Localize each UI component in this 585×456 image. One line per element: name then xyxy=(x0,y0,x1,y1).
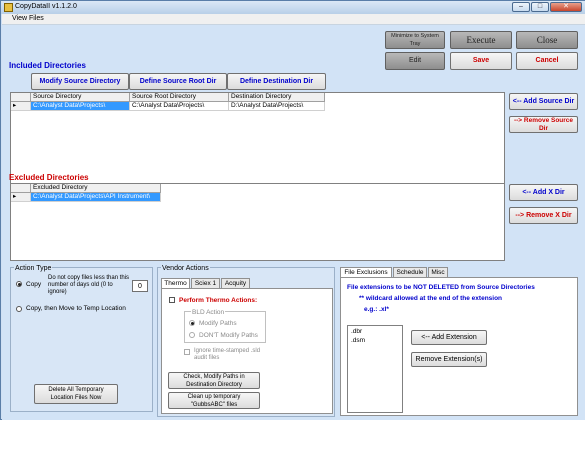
window-title: CopyDataII v1.1.2.0 xyxy=(15,3,77,10)
execute-button[interactable]: Execute xyxy=(450,31,512,49)
delete-temp-files-button[interactable]: Delete All Temporary Location Files Now xyxy=(34,384,118,404)
remove-extension-button[interactable]: Remove Extension(s) xyxy=(411,352,487,367)
close-window-button[interactable]: ✕ xyxy=(550,2,582,12)
modify-paths-radio[interactable] xyxy=(189,320,195,326)
remove-x-dir-button[interactable]: --> Remove X Dir xyxy=(509,207,578,224)
copy-move-radio[interactable] xyxy=(16,306,22,312)
perform-thermo-checkbox[interactable] xyxy=(169,297,175,303)
cleanup-temp-files-button[interactable]: Clean up temporary "GubbsABC" files xyxy=(168,392,260,409)
check-modify-paths-button[interactable]: Check, Modify Paths in Destination Direc… xyxy=(168,372,260,389)
column-header-destination[interactable]: Destination Directory xyxy=(229,93,325,102)
included-directories-title: Included Directories xyxy=(9,61,86,70)
column-header-source-root[interactable]: Source Root Directory xyxy=(130,93,229,102)
ignore-time-label: Ignore time-stamped .sld audit files xyxy=(194,348,261,361)
column-header-excluded[interactable]: Excluded Directory xyxy=(31,184,161,193)
grid-corner xyxy=(11,184,31,193)
copy-move-label: Copy, then Move to Temp Location xyxy=(26,305,126,312)
excluded-directories-title: Excluded Directories xyxy=(9,173,89,182)
tab-thermo[interactable]: Thermo xyxy=(161,278,190,288)
perform-thermo-label: Perform Thermo Actions: xyxy=(179,297,258,304)
menu-bar: View Files xyxy=(2,14,585,25)
extension-list[interactable]: .dbr .dsm xyxy=(347,325,403,413)
cell-source-root-directory[interactable]: C:\Analyst Data\Projects\ xyxy=(130,102,229,111)
save-button[interactable]: Save xyxy=(450,52,512,70)
row-selector-icon[interactable]: ▸ xyxy=(11,193,31,202)
bld-action-title: BLD Action xyxy=(191,309,226,316)
add-x-dir-button[interactable]: <-- Add X Dir xyxy=(509,184,578,201)
modify-source-directory-button[interactable]: Modify Source Directory xyxy=(31,73,129,90)
define-source-root-button[interactable]: Define Source Root Dir xyxy=(129,73,227,90)
action-type-group: Action Type Copy Do not copy files less … xyxy=(10,265,153,412)
menu-view-files[interactable]: View Files xyxy=(12,15,44,22)
cell-destination-directory[interactable]: D:\Analyst Data\Projects\ xyxy=(229,102,325,111)
action-type-title: Action Type xyxy=(14,265,53,272)
cell-source-directory[interactable]: C:\Analyst Data\Projects\ xyxy=(31,102,130,111)
days-input[interactable]: 0 xyxy=(132,280,148,292)
maximize-window-button[interactable]: □ xyxy=(531,2,549,12)
list-item[interactable]: .dbr xyxy=(351,328,362,335)
modify-paths-label: Modify Paths xyxy=(199,320,237,327)
thermo-tab-panel: Perform Thermo Actions: BLD Action Modif… xyxy=(161,288,333,414)
ignore-time-checkbox[interactable] xyxy=(184,349,190,355)
edit-button[interactable]: Edit xyxy=(385,52,445,70)
row-selector-icon[interactable]: ▸ xyxy=(11,102,31,111)
list-item[interactable]: .dsm xyxy=(351,337,365,344)
tab-schedule[interactable]: Schedule xyxy=(393,267,427,277)
main-panel: Minimize to System Tray Execute Close Ed… xyxy=(2,25,585,420)
no-copy-days-text: Do not copy files less than this number … xyxy=(48,275,130,295)
minimize-to-tray-button[interactable]: Minimize to System Tray xyxy=(385,31,445,49)
copy-radio[interactable] xyxy=(16,281,22,287)
grid-corner xyxy=(11,93,31,102)
excluded-directories-grid[interactable]: Excluded Directory ▸ C:\Analyst Data\Pro… xyxy=(10,183,505,261)
close-button[interactable]: Close xyxy=(516,31,578,49)
app-icon xyxy=(4,3,13,12)
add-extension-button[interactable]: <-- Add Extension xyxy=(411,330,487,345)
cell-excluded-directory[interactable]: C:\Analyst Data\Projects\API Instrument\ xyxy=(31,193,161,202)
file-ex-description: File extensions to be NOT DELETED from S… xyxy=(347,284,535,291)
file-ex-example: e.g.: .xl* xyxy=(364,306,389,313)
tab-file-exclusions[interactable]: File Exclusions xyxy=(340,267,392,277)
bld-action-group: BLD Action Modify Paths DON'T Modify Pat… xyxy=(184,309,266,343)
app-window: CopyDataII v1.1.2.0 – □ ✕ View Files Min… xyxy=(0,0,585,420)
cancel-button[interactable]: Cancel xyxy=(516,52,578,70)
copy-label: Copy xyxy=(26,281,42,288)
file-exclusions-panel: File extensions to be NOT DELETED from S… xyxy=(340,277,578,416)
title-bar: CopyDataII v1.1.2.0 – □ ✕ xyxy=(1,1,585,14)
dont-modify-radio[interactable] xyxy=(189,332,195,338)
add-source-dir-button[interactable]: <-- Add Source Dir xyxy=(509,93,578,110)
tab-acquity[interactable]: Acquity xyxy=(221,278,250,288)
define-destination-button[interactable]: Define Destination Dir xyxy=(227,73,326,90)
tab-sciex[interactable]: Sciex 1 xyxy=(191,278,220,288)
column-header-source[interactable]: Source Directory xyxy=(31,93,130,102)
vendor-actions-title: Vendor Actions xyxy=(161,265,210,272)
minimize-window-button[interactable]: – xyxy=(512,2,530,12)
tab-misc[interactable]: Misc xyxy=(428,267,448,277)
dont-modify-label: DON'T Modify Paths xyxy=(199,332,258,339)
remove-source-dir-button[interactable]: --> Remove Source Dir xyxy=(509,116,578,133)
vendor-actions-group: Vendor Actions Thermo Sciex 1 Acquity Pe… xyxy=(157,265,335,417)
file-ex-wildcard-note: ** wildcard allowed at the end of the ex… xyxy=(359,295,503,302)
